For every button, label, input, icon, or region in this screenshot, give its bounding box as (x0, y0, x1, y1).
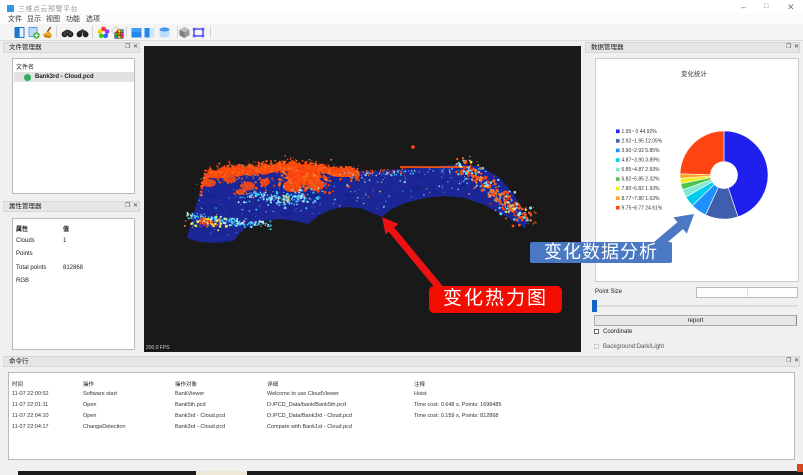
svg-text:变化统计: 变化统计 (681, 69, 708, 78)
svg-text:5.85~4.87 2.93%: 5.85~4.87 2.93% (622, 167, 661, 173)
svg-text:3.90~2.92 5.85%: 3.90~2.92 5.85% (622, 148, 661, 154)
svg-text:7.80~6.82 1.93%: 7.80~6.82 1.93% (622, 186, 661, 192)
svg-text:4.87~3.90 3.89%: 4.87~3.90 3.89% (622, 158, 661, 164)
svg-text:6.82~5.85 2.32%: 6.82~5.85 2.32% (622, 177, 661, 183)
svg-text:9.75~8.77 24.61%: 9.75~8.77 24.61% (622, 205, 663, 211)
svg-text:2.92~1.95 12.05%: 2.92~1.95 12.05% (622, 139, 663, 145)
svg-text:8.77~7.80 1.63%: 8.77~7.80 1.63% (622, 196, 661, 202)
svg-text:1.95~ 0 44.92%: 1.95~ 0 44.92% (622, 129, 658, 135)
